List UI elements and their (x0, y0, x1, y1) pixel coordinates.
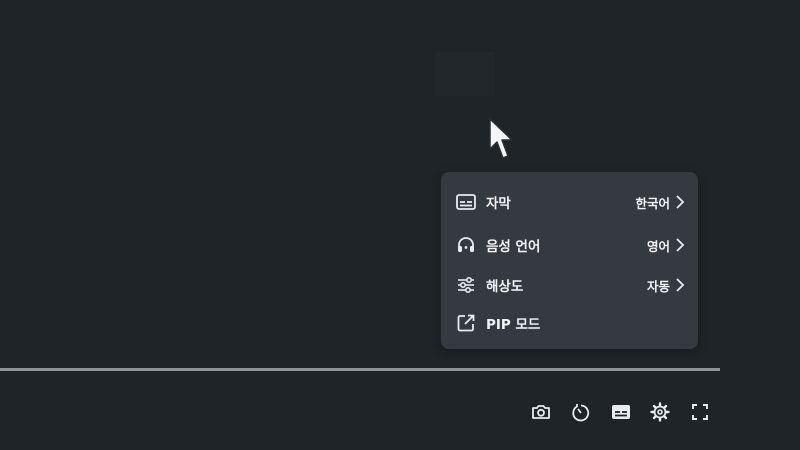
fullscreen-button[interactable] (688, 400, 712, 424)
player-controls (0, 400, 800, 424)
fullscreen-icon (692, 404, 708, 420)
video-frame-dark-region (435, 52, 495, 96)
progress-bar[interactable] (0, 368, 720, 371)
subtitles-button[interactable] (609, 400, 633, 424)
subtitles-icon (612, 405, 630, 419)
menu-label-pip-mode: PIP 모드 (486, 317, 541, 333)
menu-value-resolution: 자동 (646, 278, 670, 294)
subtitles-icon (456, 194, 476, 210)
menu-label-subtitles: 자막 (486, 196, 511, 212)
mouse-cursor-icon (489, 118, 513, 159)
menu-item-audio-language[interactable]: 음성 언어 영어 (441, 228, 698, 262)
screenshot-button[interactable] (529, 400, 553, 424)
menu-label-resolution: 해상도 (486, 279, 524, 295)
headset-icon (458, 237, 474, 252)
menu-item-subtitles[interactable]: 자막 한국어 (441, 185, 698, 219)
menu-item-pip-mode[interactable]: PIP 모드 (441, 306, 698, 340)
menu-label-audio-language: 음성 언어 (486, 239, 541, 255)
timer-icon (572, 404, 590, 422)
settings-gear-icon (650, 402, 670, 422)
settings-menu: 자막 한국어 음성 언어 영어 해상도 자동 PIP 모드 (441, 172, 698, 349)
menu-value-audio-language: 영어 (646, 238, 670, 254)
camera-icon (532, 405, 550, 419)
chevron-right-icon (676, 238, 685, 252)
chevron-right-icon (676, 195, 685, 209)
menu-value-subtitles: 한국어 (635, 195, 670, 211)
chevron-right-icon (676, 278, 685, 292)
timer-button[interactable] (569, 400, 593, 424)
external-link-icon (457, 314, 475, 332)
settings-button[interactable] (648, 400, 672, 424)
sliders-icon (458, 276, 474, 294)
menu-item-resolution[interactable]: 해상도 자동 (441, 268, 698, 302)
